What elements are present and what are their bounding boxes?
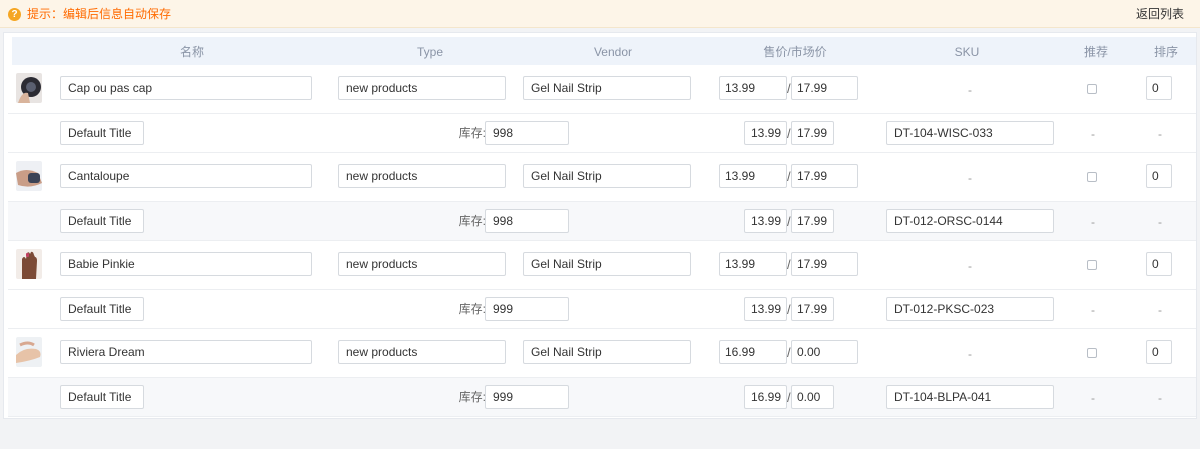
product-vendor-input[interactable] xyxy=(523,340,691,364)
variant-row: 库存:/-- xyxy=(8,114,1196,153)
product-type-input[interactable] xyxy=(338,340,506,364)
variant-sku-input[interactable] xyxy=(886,297,1054,321)
variant-price-input[interactable] xyxy=(744,209,787,233)
product-market-price-input[interactable] xyxy=(791,252,858,276)
product-type-input[interactable] xyxy=(338,252,506,276)
product-price-input[interactable] xyxy=(719,340,787,364)
sku-placeholder: - xyxy=(968,83,972,97)
variant-sku-input[interactable] xyxy=(886,385,1054,409)
variant-market-price-input[interactable] xyxy=(791,385,834,409)
variant-title-input[interactable] xyxy=(60,209,144,233)
tip-bar: ? 提示：编辑后信息自动保存 返回列表 xyxy=(0,0,1200,28)
table-header: 名称 Type Vendor 售价/市场价 SKU 推荐 排序 xyxy=(12,37,1196,65)
product-market-price-input[interactable] xyxy=(791,76,858,100)
product-vendor-input[interactable] xyxy=(523,76,691,100)
product-row: /- xyxy=(8,241,1196,290)
product-type-input[interactable] xyxy=(338,76,506,100)
variant-row: 库存:/-- xyxy=(8,202,1196,241)
sort-order-input[interactable] xyxy=(1146,340,1172,364)
product-vendor-input[interactable] xyxy=(523,252,691,276)
product-row: /- xyxy=(8,65,1196,114)
product-market-price-input[interactable] xyxy=(791,340,858,364)
column-header-sort: 排序 xyxy=(1153,45,1178,59)
product-type-input[interactable] xyxy=(338,164,506,188)
variant-price-input[interactable] xyxy=(744,121,787,145)
column-header-recommend: 推荐 xyxy=(1083,45,1108,59)
recommend-placeholder: - xyxy=(1091,391,1095,405)
recommend-checkbox[interactable] xyxy=(1087,84,1097,94)
product-row: /- xyxy=(8,153,1196,202)
stock-label: 库存: xyxy=(458,126,486,140)
product-table: 名称 Type Vendor 售价/市场价 SKU 推荐 排序 /-库存:/--… xyxy=(3,32,1197,419)
sort-order-input[interactable] xyxy=(1146,76,1172,100)
recommend-placeholder: - xyxy=(1091,215,1095,229)
product-name-input[interactable] xyxy=(60,340,312,364)
product-thumb-riviera-dream xyxy=(16,337,42,367)
recommend-checkbox[interactable] xyxy=(1087,348,1097,358)
sort-order-input[interactable] xyxy=(1146,164,1172,188)
product-market-price-input[interactable] xyxy=(791,164,858,188)
variant-title-input[interactable] xyxy=(60,121,144,145)
variant-row: 库存:/-- xyxy=(8,378,1196,417)
variant-market-price-input[interactable] xyxy=(791,209,834,233)
sku-placeholder: - xyxy=(968,347,972,361)
column-header-vendor: Vendor xyxy=(593,45,633,59)
variant-sku-input[interactable] xyxy=(886,121,1054,145)
sku-placeholder: - xyxy=(968,259,972,273)
recommend-placeholder: - xyxy=(1091,127,1095,141)
variant-stock-input[interactable] xyxy=(485,121,569,145)
column-header-sku: SKU xyxy=(954,45,980,59)
column-header-type: Type xyxy=(416,45,443,59)
sort-placeholder: - xyxy=(1158,127,1162,141)
product-price-input[interactable] xyxy=(719,252,787,276)
column-header-price: 售价/市场价 xyxy=(763,45,827,59)
column-header-name: 名称 xyxy=(179,45,204,59)
recommend-checkbox[interactable] xyxy=(1087,172,1097,182)
variant-stock-input[interactable] xyxy=(485,209,569,233)
product-vendor-input[interactable] xyxy=(523,164,691,188)
variant-title-input[interactable] xyxy=(60,385,144,409)
stock-label: 库存: xyxy=(458,302,486,316)
variant-sku-input[interactable] xyxy=(886,209,1054,233)
stock-label: 库存: xyxy=(458,214,486,228)
sort-placeholder: - xyxy=(1158,215,1162,229)
product-price-input[interactable] xyxy=(719,164,787,188)
product-name-input[interactable] xyxy=(60,252,312,276)
stock-label: 库存: xyxy=(458,390,486,404)
variant-market-price-input[interactable] xyxy=(791,297,834,321)
variant-price-input[interactable] xyxy=(744,385,787,409)
sort-order-input[interactable] xyxy=(1146,252,1172,276)
sort-placeholder: - xyxy=(1158,303,1162,317)
product-name-input[interactable] xyxy=(60,76,312,100)
recommend-checkbox[interactable] xyxy=(1087,260,1097,270)
back-to-list-link[interactable]: 返回列表 xyxy=(1136,7,1184,21)
variant-title-input[interactable] xyxy=(60,297,144,321)
variant-stock-input[interactable] xyxy=(485,297,569,321)
sku-placeholder: - xyxy=(968,171,972,185)
product-name-input[interactable] xyxy=(60,164,312,188)
product-thumb-babie-pinkie xyxy=(16,249,42,279)
recommend-placeholder: - xyxy=(1091,303,1095,317)
tip-text: 提示：编辑后信息自动保存 xyxy=(27,7,172,21)
product-thumb-cap xyxy=(16,73,42,103)
variant-price-input[interactable] xyxy=(744,297,787,321)
question-icon: ? xyxy=(8,8,21,21)
product-price-input[interactable] xyxy=(719,76,787,100)
variant-stock-input[interactable] xyxy=(485,385,569,409)
product-thumb-cantaloupe xyxy=(16,161,42,191)
product-row: /- xyxy=(8,329,1196,378)
variant-row: 库存:/-- xyxy=(8,290,1196,329)
sort-placeholder: - xyxy=(1158,391,1162,405)
variant-market-price-input[interactable] xyxy=(791,121,834,145)
